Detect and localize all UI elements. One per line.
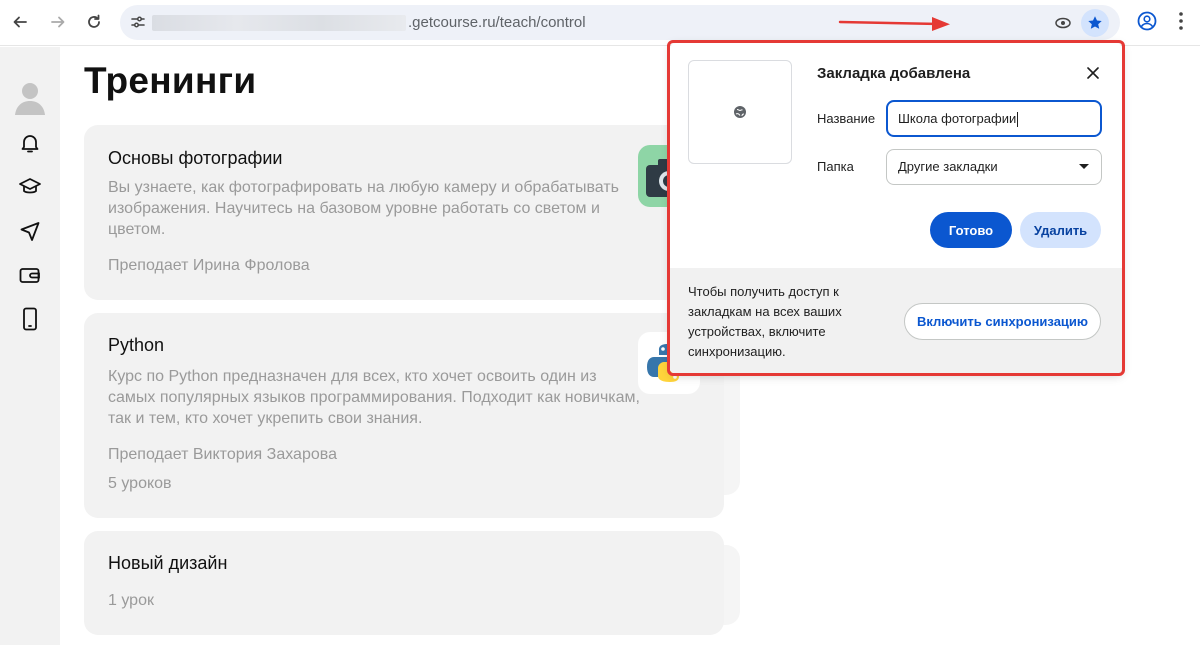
url-text: .getcourse.ru/teach/control bbox=[408, 14, 586, 31]
sync-description: Чтобы получить доступ к закладкам на все… bbox=[688, 284, 842, 359]
sidebar-item-messages[interactable] bbox=[18, 219, 42, 243]
graduation-cap-icon bbox=[19, 178, 41, 194]
sidebar-item-notifications[interactable] bbox=[18, 131, 42, 155]
enable-sync-button[interactable]: Включить синхронизацию bbox=[904, 303, 1101, 340]
course-lessons-count: 1 урок bbox=[108, 592, 154, 609]
text-cursor bbox=[1017, 112, 1019, 128]
reload-icon bbox=[88, 14, 100, 28]
wallet-icon bbox=[19, 268, 40, 283]
bookmark-added-dialog: Закладка добавлена Название Школа фотогр… bbox=[670, 43, 1122, 374]
remove-button[interactable]: Удалить bbox=[1020, 212, 1101, 248]
course-description: Курс по Python предназначен для всех, кт… bbox=[108, 368, 640, 427]
bell-icon bbox=[21, 135, 39, 153]
profile-icon[interactable] bbox=[1136, 10, 1158, 32]
course-card[interactable]: Python Курс по Python предназначен для в… bbox=[84, 313, 724, 518]
bookmark-star-button[interactable] bbox=[1081, 9, 1109, 37]
folder-dropdown[interactable]: Другие закладки bbox=[886, 149, 1102, 185]
dialog-title: Закладка добавлена bbox=[817, 65, 971, 82]
sidebar-item-wallet[interactable] bbox=[18, 263, 42, 287]
back-button[interactable] bbox=[6, 8, 34, 36]
course-card[interactable]: Новый дизайн 1 урок bbox=[84, 531, 724, 635]
reload-button[interactable] bbox=[80, 8, 108, 36]
course-description: Вы узнаете, как фотографировать на любую… bbox=[108, 179, 619, 238]
url-redacted bbox=[152, 15, 406, 31]
phone-icon bbox=[23, 307, 37, 331]
browser-toolbar: .getcourse.ru/teach/control bbox=[0, 0, 1200, 46]
folder-label: Папка bbox=[817, 159, 854, 174]
page-title: Тренинги bbox=[84, 60, 257, 101]
address-bar[interactable]: .getcourse.ru/teach/control bbox=[120, 5, 1120, 40]
course-title: Python bbox=[108, 335, 165, 355]
left-sidebar bbox=[0, 47, 60, 645]
bookmark-preview bbox=[688, 60, 792, 164]
course-teacher: Преподает Ирина Фролова bbox=[108, 257, 310, 274]
name-label: Название bbox=[817, 111, 876, 126]
course-teacher: Преподает Виктория Захарова bbox=[108, 446, 337, 463]
bookmark-name-value: Школа фотографии bbox=[898, 111, 1017, 126]
send-icon bbox=[20, 222, 40, 241]
globe-icon bbox=[734, 106, 746, 118]
course-title: Новый дизайн bbox=[108, 553, 228, 573]
bookmark-name-input[interactable]: Школа фотографии bbox=[886, 100, 1102, 137]
sidebar-item-trainings[interactable] bbox=[18, 175, 42, 199]
user-avatar-icon bbox=[15, 83, 45, 115]
arrow-left-icon bbox=[13, 16, 27, 28]
done-button[interactable]: Готово bbox=[930, 212, 1012, 248]
more-menu-icon[interactable] bbox=[1178, 10, 1184, 32]
forward-button[interactable] bbox=[44, 8, 72, 36]
course-title: Основы фотографии bbox=[108, 148, 283, 168]
avatar[interactable] bbox=[12, 79, 48, 115]
eye-icon[interactable] bbox=[1054, 14, 1072, 32]
site-settings-icon[interactable] bbox=[130, 14, 146, 30]
arrow-right-icon bbox=[51, 16, 65, 28]
caret-down-icon bbox=[1079, 164, 1089, 169]
annotation-arrow bbox=[838, 17, 950, 31]
sidebar-item-mobile[interactable] bbox=[18, 307, 42, 331]
sync-footer: Чтобы получить доступ к закладкам на все… bbox=[670, 268, 1122, 374]
star-icon bbox=[1088, 16, 1102, 29]
close-button[interactable] bbox=[1083, 63, 1103, 83]
close-icon bbox=[1087, 67, 1099, 79]
folder-value: Другие закладки bbox=[898, 159, 998, 174]
course-card[interactable]: Основы фотографии Вы узнаете, как фотогр… bbox=[84, 125, 724, 300]
course-lessons-count: 5 уроков bbox=[108, 475, 172, 492]
